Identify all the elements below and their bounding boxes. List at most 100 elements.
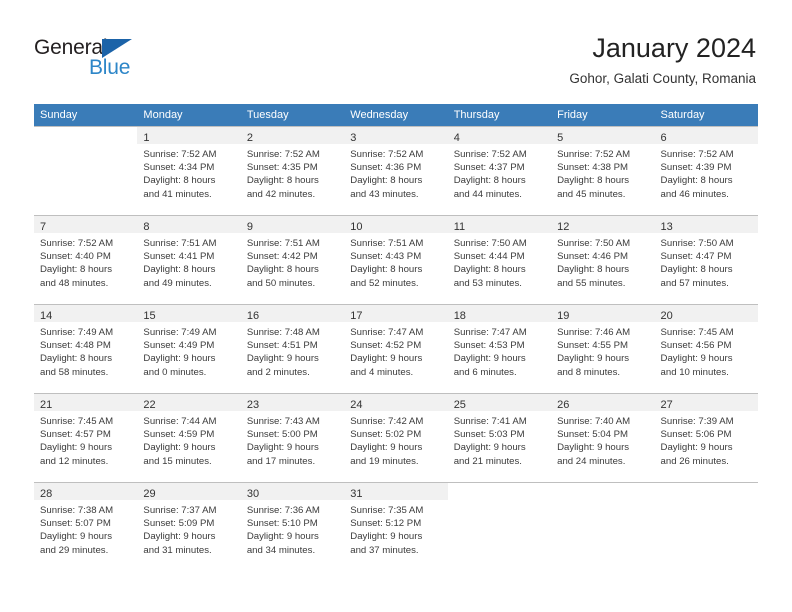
calendar-day-cell[interactable]: 18 Sunrise: 7:47 AM Sunset: 4:53 PM Dayligh… [447,304,552,394]
sunset-text: Sunset: 4:46 PM [557,251,629,263]
day-number-bar: 31 [344,483,448,500]
day-number-bar: 22 [137,394,241,411]
day-number-bar: 4 [447,127,552,144]
calendar-day-cell[interactable]: 3 Sunrise: 7:52 AM Sunset: 4:36 PM Daylight… [344,126,448,216]
sunrise-text: Sunrise: 7:51 AM [246,238,320,249]
sunrise-text: Sunrise: 7:49 AM [143,327,217,338]
calendar-day-cell[interactable]: 30 Sunrise: 7:36 AM Sunset: 5:10 PM Dayligh… [240,482,345,572]
day-details: Sunrise: 7:42 AM Sunset: 5:02 PM Daylight:… [344,411,447,468]
day-details: Sunrise: 7:52 AM Sunset: 4:36 PM Daylight:… [344,144,447,201]
day-number-bar: 17 [344,305,448,322]
daylight-text-line1: Daylight: 9 hours [246,442,319,454]
day-details: Sunrise: 7:35 AM Sunset: 5:12 PM Daylight:… [344,500,447,557]
day-number: 5 [557,132,564,144]
calendar-day-cell[interactable]: 16 Sunrise: 7:48 AM Sunset: 4:51 PM Dayligh… [240,304,345,394]
calendar-day-cell[interactable]: 12 Sunrise: 7:50 AM Sunset: 4:46 PM Dayligh… [551,215,655,305]
daylight-text-line1: Daylight: 8 hours [557,264,630,276]
sunrise-text: Sunrise: 7:50 AM [453,238,527,249]
sunrise-text: Sunrise: 7:37 AM [143,505,217,516]
day-number: 6 [660,132,667,144]
day-number: 3 [350,132,357,144]
calendar-day-cell[interactable]: 10 Sunrise: 7:51 AM Sunset: 4:43 PM Dayligh… [344,215,448,305]
daylight-text-line2: and 31 minutes. [143,544,212,556]
sunset-text: Sunset: 4:56 PM [660,340,732,352]
calendar-day-cell[interactable]: 31 Sunrise: 7:35 AM Sunset: 5:12 PM Dayligh… [344,482,448,572]
sunset-text: Sunset: 5:10 PM [246,518,318,530]
calendar-day-cell[interactable]: 26 Sunrise: 7:40 AM Sunset: 5:04 PM Dayligh… [551,393,655,483]
sunset-text: Sunset: 4:59 PM [143,429,215,441]
calendar-table: Sunday Monday Tuesday Wednesday Thursday Frid… [34,104,758,572]
calendar-day-cell[interactable]: 21 Sunrise: 7:45 AM Sunset: 4:57 PM Dayligh… [34,393,138,483]
day-number-bar: 11 [447,216,552,233]
daylight-text-line1: Daylight: 9 hours [453,442,526,454]
calendar-day-cell[interactable]: 17 Sunrise: 7:47 AM Sunset: 4:52 PM Dayligh… [344,304,448,394]
day-number-bar: 18 [447,305,552,322]
weekday-header-saturday: Saturday [654,104,758,127]
day-number: 31 [350,488,363,500]
sunset-text: Sunset: 5:12 PM [350,518,422,530]
calendar-day-cell[interactable]: 7 Sunrise: 7:52 AM Sunset: 4:40 PM Daylight… [34,215,138,305]
sunset-text: Sunset: 5:04 PM [557,429,629,441]
day-number: 8 [143,221,150,233]
calendar-week-row: 14 Sunrise: 7:49 AM Sunset: 4:48 PM Dayligh… [34,304,758,394]
daylight-text-line1: Daylight: 8 hours [350,264,423,276]
day-number-bar: 21 [34,394,138,411]
calendar-day-cell[interactable]: 13 Sunrise: 7:50 AM Sunset: 4:47 PM Dayligh… [654,215,758,305]
generalblue-logo[interactable]: General Blue [34,36,174,82]
sunrise-text: Sunrise: 7:51 AM [143,238,217,249]
calendar-day-cell[interactable]: 4 Sunrise: 7:52 AM Sunset: 4:37 PM Daylight… [447,126,552,216]
calendar-day-cell[interactable]: 11 Sunrise: 7:50 AM Sunset: 4:44 PM Dayligh… [447,215,552,305]
calendar-day-cell[interactable]: 6 Sunrise: 7:52 AM Sunset: 4:39 PM Daylight… [654,126,758,216]
sunrise-text: Sunrise: 7:51 AM [350,238,424,249]
calendar-day-cell[interactable]: 19 Sunrise: 7:46 AM Sunset: 4:55 PM Dayligh… [551,304,655,394]
day-details: Sunrise: 7:50 AM Sunset: 4:47 PM Daylight:… [655,233,758,290]
calendar-day-cell[interactable]: 27 Sunrise: 7:39 AM Sunset: 5:06 PM Dayligh… [654,393,758,483]
daylight-text-line1: Daylight: 9 hours [143,531,216,543]
day-number-bar: 1 [137,127,241,144]
day-details: Sunrise: 7:36 AM Sunset: 5:10 PM Daylight:… [241,500,344,557]
calendar-day-cell[interactable]: 1 Sunrise: 7:52 AM Sunset: 4:34 PM Daylight… [137,126,241,216]
sunset-text: Sunset: 5:09 PM [143,518,215,530]
day-number: 16 [246,310,260,322]
calendar-day-cell[interactable]: 25 Sunrise: 7:41 AM Sunset: 5:03 PM Dayligh… [447,393,552,483]
calendar-day-cell[interactable]: 8 Sunrise: 7:51 AM Sunset: 4:41 PM Daylight… [137,215,241,305]
day-number: 9 [246,221,253,233]
daylight-text-line2: and 15 minutes. [143,455,212,467]
calendar-day-cell[interactable]: 24 Sunrise: 7:42 AM Sunset: 5:02 PM Dayligh… [344,393,448,483]
daylight-text-line1: Daylight: 8 hours [350,175,423,187]
calendar-day-cell[interactable]: 23 Sunrise: 7:43 AM Sunset: 5:00 PM Dayligh… [240,393,345,483]
sunset-text: Sunset: 4:38 PM [557,162,629,174]
calendar-day-cell[interactable]: 29 Sunrise: 7:37 AM Sunset: 5:09 PM Dayligh… [137,482,241,572]
day-details: Sunrise: 7:40 AM Sunset: 5:04 PM Daylight:… [551,411,654,468]
sunset-text: Sunset: 4:35 PM [246,162,318,174]
sunrise-text: Sunrise: 7:47 AM [453,327,527,338]
day-details: Sunrise: 7:47 AM Sunset: 4:52 PM Daylight:… [344,322,447,379]
day-details: Sunrise: 7:51 AM Sunset: 4:41 PM Daylight:… [137,233,240,290]
daylight-text-line1: Daylight: 9 hours [350,442,423,454]
day-number: 20 [660,310,673,322]
day-details: Sunrise: 7:37 AM Sunset: 5:09 PM Daylight:… [137,500,240,557]
calendar-day-cell[interactable]: 5 Sunrise: 7:52 AM Sunset: 4:38 PM Daylight… [551,126,655,216]
daylight-text-line1: Daylight: 8 hours [453,175,526,187]
calendar-day-cell[interactable]: 15 Sunrise: 7:49 AM Sunset: 4:49 PM Dayligh… [137,304,241,394]
daylight-text-line1: Daylight: 8 hours [557,175,630,187]
calendar-day-cell[interactable]: 20 Sunrise: 7:45 AM Sunset: 4:56 PM Dayligh… [654,304,758,394]
calendar-day-cell[interactable]: 22 Sunrise: 7:44 AM Sunset: 4:59 PM Dayligh… [137,393,241,483]
day-details: Sunrise: 7:52 AM Sunset: 4:34 PM Daylight:… [137,144,240,201]
day-number: 25 [453,399,466,411]
sunrise-text: Sunrise: 7:45 AM [660,327,734,338]
calendar-day-cell[interactable]: 2 Sunrise: 7:52 AM Sunset: 4:35 PM Daylight… [240,126,345,216]
daylight-text-line2: and 37 minutes. [350,544,419,556]
day-number: 18 [453,310,466,322]
day-number: 2 [246,132,253,144]
day-number: 7 [40,221,47,233]
calendar-day-cell[interactable]: 28 Sunrise: 7:38 AM Sunset: 5:07 PM Dayligh… [34,482,138,572]
calendar-day-cell[interactable]: 9 Sunrise: 7:51 AM Sunset: 4:42 PM Daylight… [240,215,345,305]
calendar-day-cell[interactable]: 14 Sunrise: 7:49 AM Sunset: 4:48 PM Dayligh… [34,304,138,394]
daylight-text-line2: and 17 minutes. [246,455,316,467]
weekday-header: Sunday Monday Tuesday Wednesday Thursday Frid… [34,104,758,127]
daylight-text-line1: Daylight: 8 hours [246,175,319,187]
daylight-text-line2: and 49 minutes. [143,277,212,289]
calendar-day-cell-empty [551,482,655,572]
day-details: Sunrise: 7:52 AM Sunset: 4:40 PM Daylight:… [34,233,137,290]
